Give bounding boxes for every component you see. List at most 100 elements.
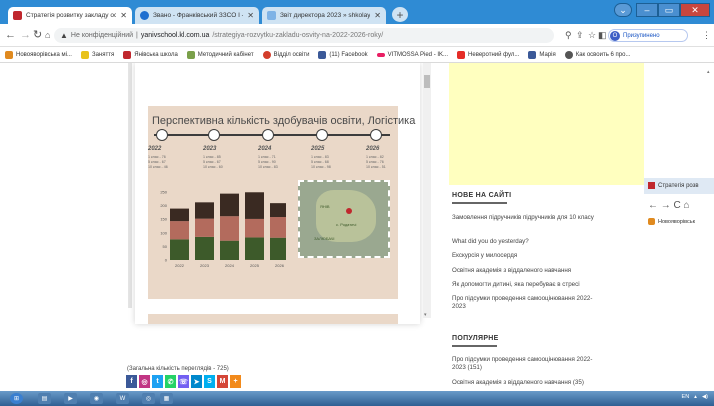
- bookmark-item[interactable]: Янівська школа: [123, 50, 178, 59]
- app-icon[interactable]: ▦: [160, 393, 173, 404]
- gmail-share-icon[interactable]: M: [217, 375, 228, 388]
- address-bar[interactable]: ▲ Не конфіденційний | yanivschool.kl.com…: [54, 28, 554, 43]
- year-stats: 1 клас - 71 5 клас - 90 10 клас - 83: [258, 155, 278, 169]
- bookmark-item[interactable]: Заняття: [80, 50, 115, 59]
- explorer-icon[interactable]: ▤: [38, 393, 51, 404]
- bookmark-favicon-icon: [318, 50, 327, 59]
- page-scroll-up-icon[interactable]: ▴: [707, 69, 710, 75]
- bookmark-star-icon[interactable]: ☆: [588, 30, 596, 41]
- tab-strip: Стратегія розвитку закладу осв ✕ Звано -…: [0, 0, 714, 24]
- bar-segment: [170, 208, 189, 222]
- bookmark-favicon-icon: [376, 52, 385, 57]
- timeline-dot: [262, 129, 274, 141]
- profile-button[interactable]: O Призупинено: [608, 29, 688, 42]
- document-scrollbar[interactable]: [423, 63, 431, 318]
- bookmarks-bar: Новояворівська мі... Заняття Янівська шк…: [0, 47, 714, 63]
- whatsapp-share-icon[interactable]: ✆: [165, 375, 176, 388]
- year-label: 2025: [311, 146, 325, 152]
- year-label: 2024: [258, 146, 272, 152]
- bookmark-favicon-icon: [457, 50, 466, 59]
- viber-share-icon[interactable]: ☏: [178, 375, 189, 388]
- bookmark-item[interactable]: VITMOSSA Pied - IK...: [376, 52, 448, 58]
- twitter-share-icon[interactable]: t: [152, 375, 163, 388]
- bookmark-item[interactable]: Відділ освіти: [262, 50, 309, 59]
- side-panel-icon[interactable]: ◧: [598, 30, 607, 41]
- year-label: 2026: [366, 146, 380, 152]
- bar-segment: [270, 237, 286, 260]
- year-stats: 1 клас - 82 5 клас - 76 10 клас - 51: [366, 155, 386, 169]
- bookmark-favicon-icon: [528, 50, 537, 59]
- sidebar-link[interactable]: Про підсумки проведення самооцінювання 2…: [452, 295, 602, 311]
- chrome-icon[interactable]: ◉: [90, 393, 103, 404]
- timeline-dot: [156, 129, 168, 141]
- sidebar-link[interactable]: Як допомогти дитині, яка перебуває в стр…: [452, 281, 602, 289]
- sidebar-link[interactable]: What did you do yesterday?: [452, 238, 602, 246]
- bookmark-label: Заняття: [91, 51, 115, 58]
- security-label: Не конфіденційний: [70, 32, 134, 39]
- start-button[interactable]: ⊞: [10, 393, 23, 404]
- tab-strategy[interactable]: Стратегія розвитку закладу осв ✕: [8, 7, 132, 24]
- skype-share-icon[interactable]: S: [204, 375, 215, 388]
- sidebar-banner: [449, 63, 644, 185]
- close-window-button[interactable]: ✕: [680, 3, 710, 17]
- sidebar-link[interactable]: Освітня академія з віддаленого навчання: [452, 267, 602, 275]
- minimize-button[interactable]: –: [636, 3, 658, 17]
- bookmark-label: Неверотний фул...: [468, 51, 520, 58]
- new-tab-button[interactable]: +: [392, 7, 408, 22]
- y-tick-label: 0: [165, 258, 168, 263]
- x-tick-label: 2024: [225, 263, 235, 268]
- avatar: O: [610, 30, 620, 41]
- volume-icon[interactable]: ◀): [702, 394, 708, 400]
- sidebar-link[interactable]: Екскурсія у милосердя: [452, 252, 602, 260]
- bookmark-label: Как освоить 6 про...: [575, 51, 631, 58]
- bookmark-item[interactable]: Неверотний фул...: [457, 50, 520, 59]
- system-tray: EN ▴ ◀): [682, 394, 708, 400]
- reload-icon[interactable]: ↻: [33, 29, 42, 41]
- media-icon[interactable]: ▶: [64, 393, 77, 404]
- scrollbar-thumb[interactable]: [424, 75, 430, 88]
- sidebar-link[interactable]: Освітня академія з віддаленого навчання …: [452, 379, 602, 387]
- browser-icon[interactable]: ◎: [142, 393, 155, 404]
- bookmark-item[interactable]: Методичний кабінет: [186, 50, 254, 59]
- bookmark-item[interactable]: (11) Facebook: [318, 50, 368, 59]
- bookmark-favicon-icon: [5, 50, 13, 59]
- tab-school[interactable]: Звано - Франківський ЗЗСО І - ІІ ✕: [135, 7, 259, 24]
- profile-status: Призупинено: [623, 32, 660, 39]
- zoom-icon[interactable]: ⚲: [565, 30, 572, 41]
- back-icon[interactable]: ←: [5, 29, 16, 41]
- close-tab-icon[interactable]: ✕: [247, 11, 254, 20]
- word-icon[interactable]: W: [116, 393, 129, 404]
- bookmark-favicon-icon: [648, 218, 655, 225]
- scroll-down-icon[interactable]: ▾: [424, 312, 427, 318]
- bookmark-item[interactable]: Как освоить 6 про...: [564, 50, 631, 59]
- maximize-button[interactable]: ▭: [658, 3, 680, 17]
- timeline-dot: [316, 129, 328, 141]
- home-icon[interactable]: ⌂: [45, 29, 50, 41]
- tab-report[interactable]: Звіт директора 2023 » shkolaya: ✕: [262, 7, 386, 24]
- bookmark-favicon-icon: [262, 50, 271, 59]
- more-share-icon[interactable]: +: [230, 375, 241, 388]
- heading-underline: [452, 345, 497, 347]
- close-tab-icon[interactable]: ✕: [120, 11, 127, 20]
- fragment-bookmark[interactable]: Новояворівськ: [648, 218, 695, 225]
- timeline-dot: [370, 129, 382, 141]
- bookmark-item[interactable]: Новояворівська мі...: [5, 50, 72, 59]
- url-path: /strategiya-rozvytku-zakladu-osvity-na-2…: [212, 32, 384, 39]
- share-icon[interactable]: ⇪: [576, 30, 584, 41]
- telegram-share-icon[interactable]: ➤: [191, 375, 202, 388]
- language-indicator[interactable]: EN: [682, 394, 690, 400]
- y-tick-label: 50: [163, 244, 168, 249]
- tab-search-button[interactable]: ⌄: [614, 3, 632, 17]
- close-tab-icon[interactable]: ✕: [374, 11, 381, 20]
- bookmark-item[interactable]: Марія: [528, 50, 556, 59]
- facebook-share-icon[interactable]: f: [126, 375, 137, 388]
- sidebar-link[interactable]: Про підсумки проведення самооцінювання 2…: [452, 356, 602, 372]
- network-icon[interactable]: ▴: [694, 394, 697, 400]
- instagram-share-icon[interactable]: ◎: [139, 375, 150, 388]
- map-land-shape: [316, 190, 376, 242]
- fragment-tab[interactable]: Стратегія розв: [648, 182, 699, 189]
- sidebar-link[interactable]: Замовлення підручників підручників для 1…: [452, 214, 602, 222]
- site-favicon-icon: [140, 11, 149, 20]
- menu-icon[interactable]: ⋮: [702, 30, 711, 41]
- forward-icon[interactable]: →: [20, 29, 31, 41]
